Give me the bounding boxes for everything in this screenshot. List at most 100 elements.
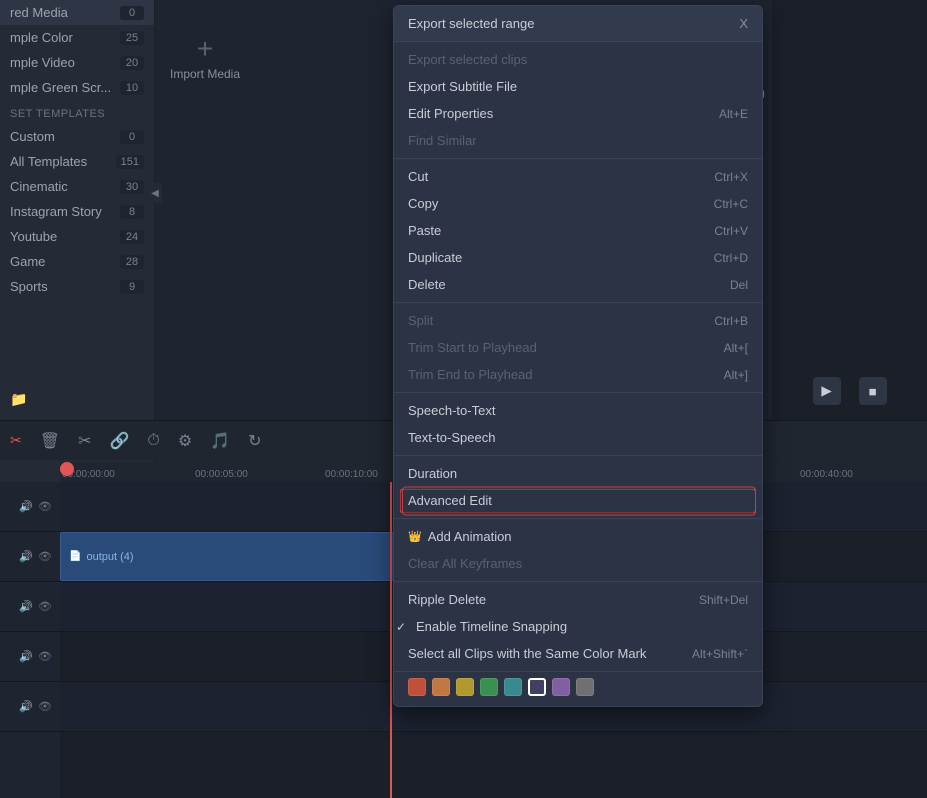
timeline-settings-icon[interactable]: ⚙: [178, 431, 192, 451]
trim-end-label: Trim End to Playhead: [408, 367, 533, 382]
track-eye-icon-1[interactable]: 👁: [38, 500, 52, 513]
context-menu-item-enable-snapping[interactable]: ✓ Enable Timeline Snapping: [394, 613, 762, 640]
sidebar-item-sample-green-screen[interactable]: mple Green Scr... 10: [0, 75, 154, 100]
context-menu-item-paste[interactable]: Paste Ctrl+V: [394, 217, 762, 244]
track-eye-icon-3[interactable]: 👁: [38, 600, 52, 613]
color-swatch-gray[interactable]: [576, 678, 594, 696]
timeline-delete-icon[interactable]: 🗑: [40, 431, 60, 451]
color-swatch-dark-blue[interactable]: [528, 678, 546, 696]
track-label-2: 🔊 👁: [0, 532, 60, 582]
color-swatch-orange[interactable]: [432, 678, 450, 696]
context-menu-item-find-similar[interactable]: Find Similar: [394, 127, 762, 154]
context-menu-item-duration[interactable]: Duration: [394, 460, 762, 487]
stop-icon: ■: [868, 384, 876, 399]
text-to-speech-label: Text-to-Speech: [408, 430, 495, 445]
playhead-dot: [60, 462, 74, 476]
context-menu-section-1: Export selected clips Export Subtitle Fi…: [394, 42, 762, 159]
context-menu-item-trim-end[interactable]: Trim End to Playhead Alt+]: [394, 361, 762, 388]
sidebar-item-custom[interactable]: Custom 0: [0, 124, 154, 149]
clear-keyframes-label: Clear All Keyframes: [408, 556, 522, 571]
play-button[interactable]: ▶: [813, 377, 841, 405]
sidebar-item-youtube[interactable]: Youtube 24: [0, 224, 154, 249]
track-eye-icon-5[interactable]: 👁: [38, 700, 52, 713]
sidebar-label-sample-video: mple Video: [10, 55, 75, 70]
speech-to-text-label: Speech-to-Text: [408, 403, 495, 418]
sidebar-item-shared-media[interactable]: red Media 0: [0, 0, 154, 25]
track-volume-icon-4[interactable]: 🔊: [19, 650, 33, 663]
sidebar-item-cinematic[interactable]: Cinematic 30: [0, 174, 154, 199]
select-all-color-shortcut: Alt+Shift+`: [692, 647, 748, 661]
color-swatch-teal[interactable]: [504, 678, 522, 696]
context-menu-item-clear-keyframes[interactable]: Clear All Keyframes: [394, 550, 762, 577]
timeline-link-icon[interactable]: 🔗: [109, 431, 129, 451]
context-menu-item-delete[interactable]: Delete Del: [394, 271, 762, 298]
sidebar-label-cinematic: Cinematic: [10, 179, 68, 194]
import-media-label: Import Media: [170, 67, 240, 81]
context-menu-item-speech-to-text[interactable]: Speech-to-Text: [394, 397, 762, 424]
timeline-scissors-icon[interactable]: ✂: [10, 432, 22, 449]
sidebar-label-sports: Sports: [10, 279, 48, 294]
context-menu-item-edit-properties[interactable]: Edit Properties Alt+E: [394, 100, 762, 127]
sidebar-count-custom: 0: [120, 130, 144, 144]
duplicate-shortcut: Ctrl+D: [714, 251, 748, 265]
context-menu-item-ripple-delete[interactable]: Ripple Delete Shift+Del: [394, 586, 762, 613]
context-menu-section-7: Ripple Delete Shift+Del ✓ Enable Timelin…: [394, 582, 762, 672]
context-menu-item-export-clips[interactable]: Export selected clips: [394, 46, 762, 73]
delete-label: Delete: [408, 277, 446, 292]
color-swatch-green[interactable]: [480, 678, 498, 696]
sidebar-count-shared-media: 0: [120, 6, 144, 20]
context-menu-item-copy[interactable]: Copy Ctrl+C: [394, 190, 762, 217]
context-menu-item-text-to-speech[interactable]: Text-to-Speech: [394, 424, 762, 451]
find-similar-label: Find Similar: [408, 133, 477, 148]
sidebar-item-game[interactable]: Game 28: [0, 249, 154, 274]
track-volume-icon-5[interactable]: 🔊: [19, 700, 33, 713]
timeline-audio-icon[interactable]: 🎵: [210, 431, 230, 451]
context-menu-section-2: Cut Ctrl+X Copy Ctrl+C Paste Ctrl+V Dupl…: [394, 159, 762, 303]
stop-button[interactable]: ■: [859, 377, 887, 405]
track-eye-icon-4[interactable]: 👁: [38, 650, 52, 663]
context-menu-item-advanced-edit[interactable]: Advanced Edit: [394, 487, 762, 514]
folder-symbol: 📁: [10, 391, 27, 407]
context-menu-section-5: Duration Advanced Edit: [394, 456, 762, 519]
context-menu: Export selected range X Export selected …: [393, 5, 763, 707]
track-volume-icon-1[interactable]: 🔊: [19, 500, 33, 513]
timeline-cut-icon[interactable]: ✂: [78, 431, 91, 451]
sidebar-count-instagram-story: 8: [120, 205, 144, 219]
timeline-timer-icon[interactable]: ⏱: [147, 432, 159, 450]
context-menu-item-select-all-color[interactable]: Select all Clips with the Same Color Mar…: [394, 640, 762, 667]
context-menu-section-3: Split Ctrl+B Trim Start to Playhead Alt+…: [394, 303, 762, 393]
clip-icon: 📄: [69, 551, 81, 562]
sidebar-item-all-templates[interactable]: All Templates 151: [0, 149, 154, 174]
color-swatch-purple[interactable]: [552, 678, 570, 696]
sidebar-label-youtube: Youtube: [10, 229, 57, 244]
folder-icon[interactable]: 📁: [10, 391, 27, 408]
crown-icon: 👑: [408, 530, 422, 543]
sidebar-item-sports[interactable]: Sports 9: [0, 274, 154, 299]
context-menu-title: Export selected range: [408, 16, 534, 31]
context-menu-item-split[interactable]: Split Ctrl+B: [394, 307, 762, 334]
sidebar-item-sample-color[interactable]: mple Color 25: [0, 25, 154, 50]
context-menu-item-trim-start[interactable]: Trim Start to Playhead Alt+[: [394, 334, 762, 361]
color-swatch-red[interactable]: [408, 678, 426, 696]
track-volume-icon-3[interactable]: 🔊: [19, 600, 33, 613]
edit-properties-shortcut: Alt+E: [719, 107, 748, 121]
sidebar-section-preset-templates: set Templates: [0, 100, 154, 124]
sidebar-item-instagram-story[interactable]: Instagram Story 8: [0, 199, 154, 224]
cut-shortcut: Ctrl+X: [714, 170, 748, 184]
context-menu-close-button[interactable]: X: [739, 16, 748, 31]
sidebar-collapse-arrow[interactable]: ◀: [148, 183, 162, 203]
playhead-line: [390, 482, 392, 798]
track-volume-icon-2[interactable]: 🔊: [19, 550, 33, 563]
track-label-4: 🔊 👁: [0, 632, 60, 682]
import-media-button[interactable]: + Import Media: [170, 35, 240, 81]
timeline-refresh-icon[interactable]: ↻: [248, 431, 261, 451]
track-eye-icon-2[interactable]: 👁: [38, 550, 52, 563]
paste-label: Paste: [408, 223, 441, 238]
sidebar-item-sample-video[interactable]: mple Video 20: [0, 50, 154, 75]
cut-label: Cut: [408, 169, 428, 184]
context-menu-item-cut[interactable]: Cut Ctrl+X: [394, 163, 762, 190]
color-swatch-yellow[interactable]: [456, 678, 474, 696]
context-menu-item-export-subtitle[interactable]: Export Subtitle File: [394, 73, 762, 100]
context-menu-item-duplicate[interactable]: Duplicate Ctrl+D: [394, 244, 762, 271]
context-menu-item-add-animation[interactable]: 👑 Add Animation: [394, 523, 762, 550]
